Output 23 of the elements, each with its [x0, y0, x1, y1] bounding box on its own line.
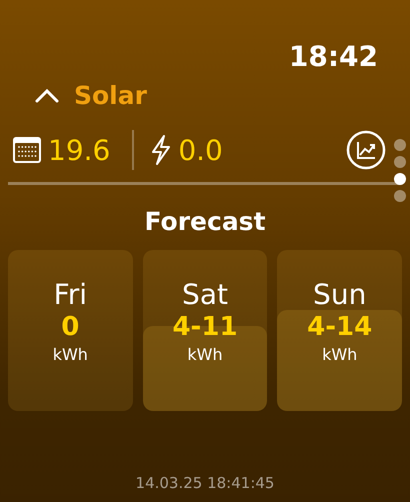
section-title: Solar: [74, 81, 147, 110]
day-label: Sun: [313, 278, 366, 311]
unit-label: kWh: [322, 345, 358, 364]
day-label: Fri: [54, 278, 88, 311]
last-update-timestamp: 14.03.25 18:41:45: [134, 474, 276, 492]
chart-icon[interactable]: [346, 130, 386, 170]
page-dot[interactable]: [394, 173, 406, 185]
page-dot[interactable]: [394, 156, 406, 168]
forecast-heading: Forecast: [143, 207, 267, 236]
day-label: Sat: [182, 278, 228, 311]
forecast-value: 4-11: [172, 311, 238, 343]
calendar-icon: [12, 136, 42, 164]
chevron-up-icon[interactable]: [34, 88, 60, 104]
power-value: 0.0: [178, 134, 223, 166]
clock-time: 18:42: [288, 40, 378, 73]
page-dot[interactable]: [394, 139, 406, 151]
forecast-value: 4-14: [307, 311, 372, 343]
page-dot[interactable]: [394, 190, 406, 202]
unit-label: kWh: [187, 345, 223, 364]
unit-label: kWh: [52, 345, 88, 364]
forecast-value: 0: [61, 311, 80, 343]
today-energy-value: 19.6: [48, 134, 110, 166]
lightning-icon: [150, 134, 172, 166]
